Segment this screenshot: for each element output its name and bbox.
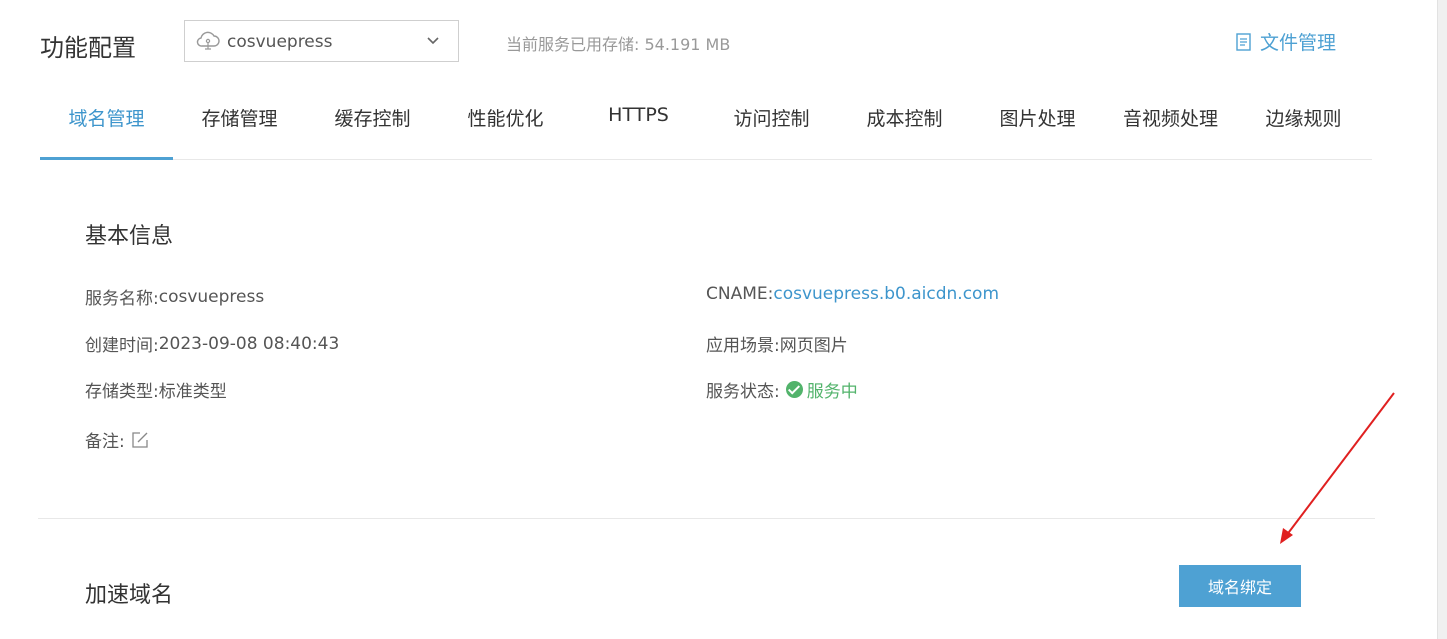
annotation-arrow-icon (1280, 392, 1395, 544)
tab-cost-control[interactable]: 成本控制 (838, 98, 971, 159)
status-label: 服务状态: (706, 382, 780, 402)
service-name-value: cosvuepress (158, 286, 265, 307)
tab-cache-control[interactable]: 缓存控制 (306, 98, 439, 159)
file-management-link[interactable]: 文件管理 (1234, 28, 1336, 55)
scenario-label: 应用场景: (706, 336, 780, 356)
edit-icon[interactable] (131, 431, 149, 449)
status-value: 服务中 (806, 382, 858, 402)
tab-av-processing[interactable]: 音视频处理 (1104, 98, 1237, 159)
status-row: 服务状态: 服务中 (706, 377, 858, 402)
accel-domain-title: 加速域名 (85, 583, 174, 608)
file-management-label: 文件管理 (1260, 32, 1337, 54)
page-title: 功能配置 (40, 34, 136, 62)
tab-bar: 域名管理 存储管理 缓存控制 性能优化 HTTPS 访问控制 成本控制 图片处理… (40, 98, 1372, 160)
remark-label: 备注: (85, 432, 125, 452)
status-badge: 服务中 (785, 377, 858, 402)
storage-type-value: 标准类型 (158, 382, 227, 402)
cname-link[interactable]: cosvuepress.b0.aicdn.com (773, 284, 999, 304)
service-select-value: cosvuepress (227, 32, 333, 52)
service-name-row: 服务名称: cosvuepress (85, 284, 265, 310)
created-time-row: 创建时间: 2023-09-08 08:40:43 (85, 331, 340, 357)
check-circle-icon (785, 381, 803, 398)
tab-edge-rules[interactable]: 边缘规则 (1237, 98, 1370, 159)
cname-row: CNAME: cosvuepress.b0.aicdn.com (706, 284, 999, 304)
tab-image-processing[interactable]: 图片处理 (971, 98, 1104, 159)
scenario-row: 应用场景: 网页图片 (706, 331, 848, 356)
storage-usage-text: 当前服务已用存储: 54.191 MB (506, 35, 731, 54)
service-select[interactable]: cosvuepress (184, 20, 459, 62)
remark-row: 备注: (85, 427, 149, 452)
service-name-label: 服务名称: (85, 289, 159, 309)
tab-domain-management[interactable]: 域名管理 (40, 98, 173, 160)
scenario-value: 网页图片 (779, 336, 848, 356)
cname-label: CNAME: (706, 284, 774, 304)
tab-performance[interactable]: 性能优化 (439, 98, 572, 159)
tab-https[interactable]: HTTPS (572, 98, 705, 159)
chevron-down-icon (427, 37, 439, 45)
scrollbar[interactable] (1437, 0, 1447, 639)
document-icon (1236, 32, 1251, 51)
basic-info-title: 基本信息 (85, 224, 174, 249)
tab-storage-management[interactable]: 存储管理 (173, 98, 306, 159)
storage-type-label: 存储类型: (85, 382, 159, 402)
section-divider (38, 518, 1375, 519)
bind-domain-button[interactable]: 域名绑定 (1179, 565, 1301, 607)
tab-access-control[interactable]: 访问控制 (705, 98, 838, 159)
created-time-value: 2023-09-08 08:40:43 (158, 333, 340, 354)
cloud-service-icon (196, 31, 220, 50)
created-time-label: 创建时间: (85, 336, 159, 356)
storage-type-row: 存储类型: 标准类型 (85, 377, 227, 402)
